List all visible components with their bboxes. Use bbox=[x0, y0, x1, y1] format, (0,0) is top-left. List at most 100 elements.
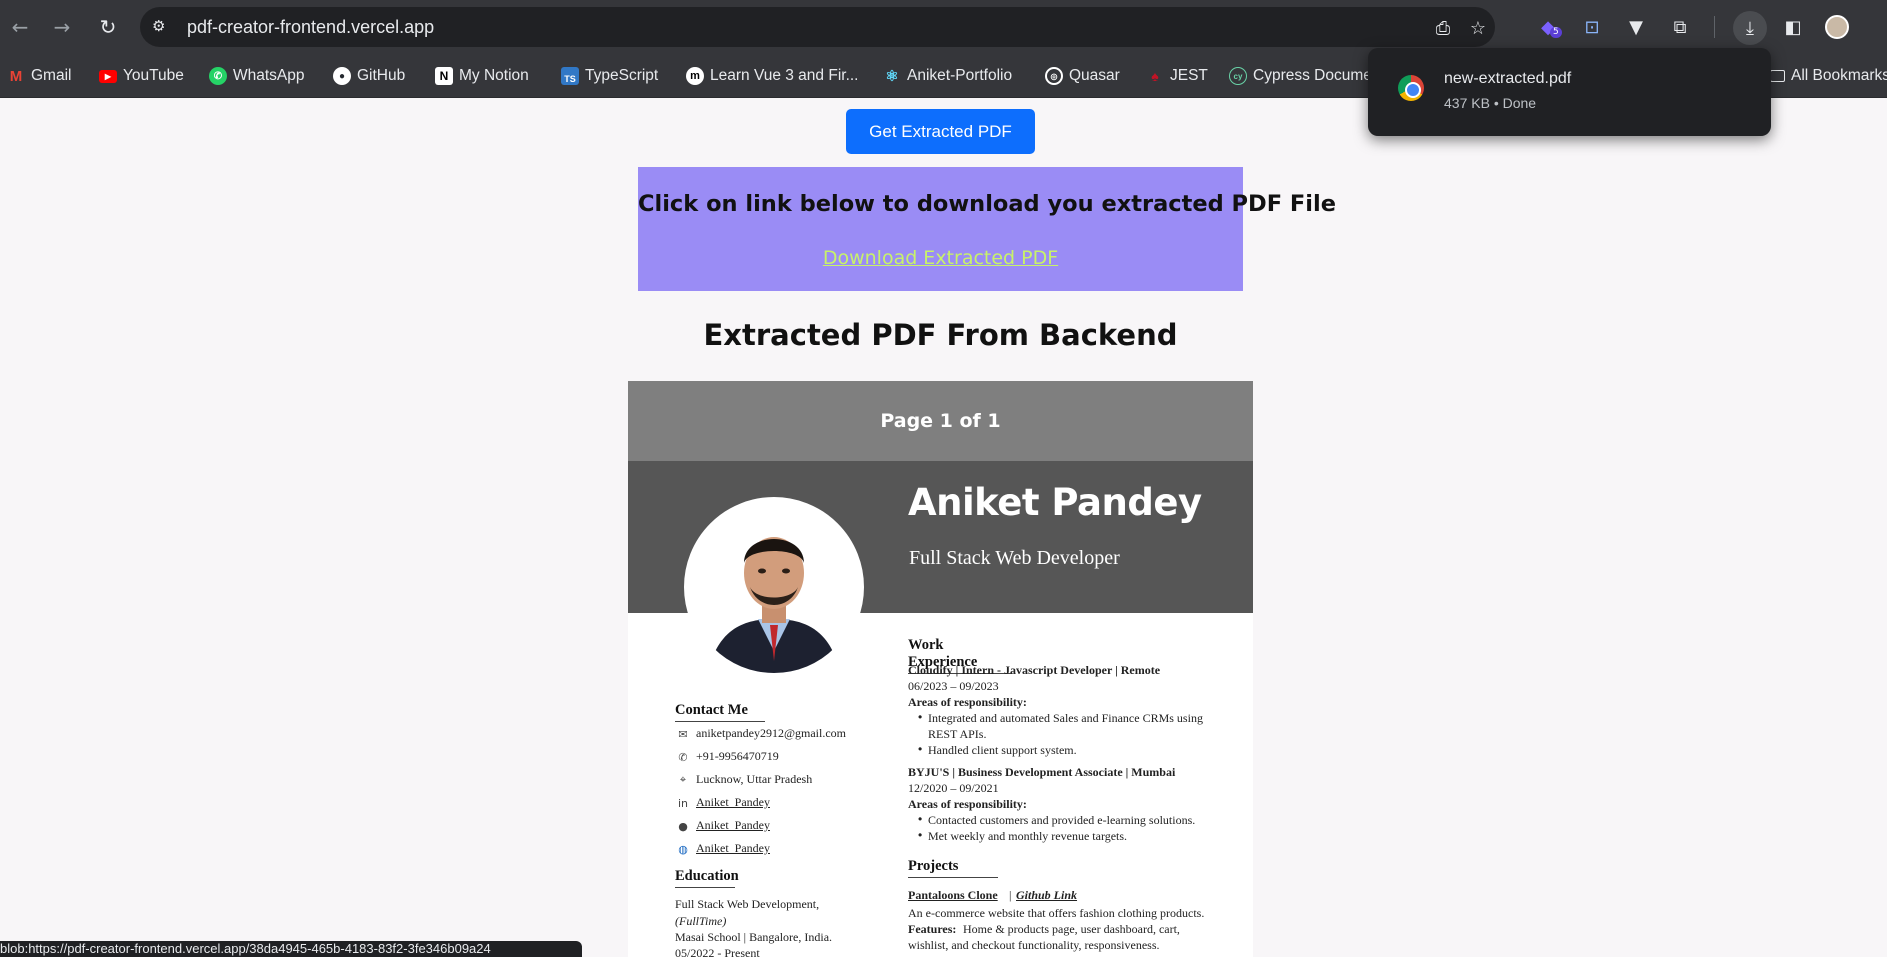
bookmark-portfolio[interactable]: ⚛ Aniket-Portfolio bbox=[883, 63, 1012, 89]
download-heading: Click on link below to download you extr… bbox=[638, 191, 1336, 217]
bookmark-notion[interactable]: N My Notion bbox=[435, 63, 529, 89]
contact-linkedin-link[interactable]: Aniket_Pandey bbox=[696, 795, 770, 810]
mail-icon: ✉ bbox=[678, 727, 688, 741]
bookmark-label: Cypress Docume bbox=[1253, 67, 1372, 84]
project-features-line: Home & products page, user dashboard, ca… bbox=[963, 922, 1180, 936]
contact-location: Lucknow, Uttar Pradesh bbox=[696, 772, 813, 786]
address-bar[interactable]: ⚙ pdf-creator-frontend.vercel.app ⎙ ☆ bbox=[140, 7, 1495, 47]
job-bullet: Integrated and automated Sales and Finan… bbox=[928, 711, 1203, 725]
bookmark-label: Gmail bbox=[31, 67, 72, 84]
phone-icon: ✆ bbox=[678, 750, 688, 764]
bookmark-label: WhatsApp bbox=[233, 67, 305, 84]
contact-phone: +91-9956470719 bbox=[696, 749, 779, 763]
site-info-icon[interactable]: ⚙ bbox=[152, 17, 174, 37]
translate-icon[interactable]: ⊡ bbox=[1578, 13, 1606, 41]
vue-course-icon: m bbox=[686, 67, 704, 85]
notion-icon: N bbox=[435, 67, 453, 85]
bookmark-star-icon[interactable]: ☆ bbox=[1465, 15, 1491, 41]
forward-button[interactable]: → bbox=[47, 12, 77, 42]
contact-portfolio-link[interactable]: Aniket_Pandey bbox=[696, 841, 770, 856]
job-bullet: Contacted customers and provided e-learn… bbox=[928, 813, 1196, 827]
profile-avatar-icon[interactable] bbox=[1823, 13, 1851, 41]
job-bullet: Met weekly and monthly revenue targets. bbox=[928, 829, 1128, 843]
status-bar-url: blob:https://pdf-creator-frontend.vercel… bbox=[0, 941, 582, 957]
download-extracted-pdf-link[interactable]: Download Extracted PDF bbox=[638, 247, 1243, 269]
project-name-link[interactable]: Pantaloons Clone bbox=[908, 888, 998, 903]
cypress-icon: cy bbox=[1229, 67, 1247, 85]
bookmark-whatsapp[interactable]: ✆ WhatsApp bbox=[209, 63, 305, 89]
bookmark-quasar[interactable]: ◎ Quasar bbox=[1045, 63, 1120, 89]
job-title: BYJU'S | Business Development Associate … bbox=[908, 765, 1176, 779]
bookmark-label: Aniket-Portfolio bbox=[907, 67, 1013, 84]
contact-github-link[interactable]: Aniket_Pandey bbox=[696, 818, 770, 833]
project-github-link[interactable]: Github Link bbox=[1016, 888, 1077, 903]
project-separator: | bbox=[1009, 888, 1012, 902]
github-icon: ● bbox=[678, 819, 688, 833]
linkedin-icon: in bbox=[677, 796, 689, 810]
bookmark-label: TypeScript bbox=[585, 67, 659, 84]
extensions-puzzle-icon[interactable]: ⧉ bbox=[1666, 13, 1694, 41]
toolbar-divider bbox=[1714, 16, 1715, 38]
profile-photo-illustration bbox=[688, 501, 860, 673]
bookmark-vue-course[interactable]: m Learn Vue 3 and Fir... bbox=[686, 63, 859, 89]
education-school: Masai School | Bangalore, India. bbox=[675, 930, 833, 944]
youtube-icon: ▶ bbox=[99, 69, 117, 83]
bookmark-label: My Notion bbox=[459, 67, 529, 84]
bookmark-label: Quasar bbox=[1069, 67, 1120, 84]
address-bar-url[interactable]: pdf-creator-frontend.vercel.app bbox=[187, 17, 434, 38]
bookmark-cypress[interactable]: cy Cypress Docume bbox=[1229, 63, 1372, 89]
jest-icon: ♠ bbox=[1151, 68, 1159, 84]
download-status: 437 KB • Done bbox=[1444, 95, 1537, 111]
education-mode: (FullTime) bbox=[675, 914, 727, 928]
pdf-page-indicator: Page 1 of 1 bbox=[628, 381, 1253, 461]
bullet-icon: • bbox=[918, 828, 923, 842]
bookmark-label: YouTube bbox=[123, 67, 184, 84]
quasar-icon: ◎ bbox=[1045, 67, 1063, 85]
all-bookmarks-button[interactable]: All Bookmarks bbox=[1770, 63, 1887, 89]
job-areas-label: Areas of responsibility: bbox=[908, 695, 1027, 709]
job-dates: 06/2023 – 09/2023 bbox=[908, 679, 999, 693]
bullet-icon: • bbox=[918, 710, 923, 724]
contact-section-title: Contact Me bbox=[675, 702, 765, 722]
download-bubble[interactable]: new-extracted.pdf 437 KB • Done bbox=[1368, 48, 1771, 136]
all-bookmarks-label: All Bookmarks bbox=[1791, 67, 1887, 84]
project-features-label: Features: bbox=[908, 922, 957, 936]
browser-toolbar: ← → ↻ ⚙ pdf-creator-frontend.vercel.app … bbox=[0, 0, 1887, 54]
downloads-icon[interactable]: ⤓ bbox=[1733, 11, 1767, 45]
chrome-icon bbox=[1398, 75, 1424, 101]
job-bullet: Handled client support system. bbox=[928, 743, 1077, 757]
project-description: An e-commerce website that offers fashio… bbox=[908, 906, 1205, 920]
bookmark-jest[interactable]: ♠ JEST bbox=[1146, 63, 1208, 89]
extension-badge: 5 bbox=[1550, 27, 1562, 38]
projects-section-title: Projects bbox=[908, 858, 998, 878]
bookmark-typescript[interactable]: TS TypeScript bbox=[561, 63, 658, 89]
bullet-icon: • bbox=[918, 812, 923, 826]
extension-icon[interactable]: ◆ 5 bbox=[1534, 13, 1562, 41]
get-extracted-pdf-button[interactable]: Get Extracted PDF bbox=[846, 109, 1035, 154]
vuetools-icon[interactable]: ▼ bbox=[1622, 13, 1650, 41]
bookmark-github[interactable]: ● GitHub bbox=[333, 63, 405, 89]
back-button[interactable]: ← bbox=[5, 12, 35, 42]
typescript-icon: TS bbox=[561, 67, 579, 85]
profile-photo bbox=[684, 497, 864, 677]
gmail-icon: M bbox=[9, 67, 23, 85]
reload-button[interactable]: ↻ bbox=[93, 12, 123, 42]
side-panel-icon[interactable]: ◧ bbox=[1779, 13, 1807, 41]
bookmark-label: Learn Vue 3 and Fir... bbox=[710, 67, 859, 84]
github-icon: ● bbox=[333, 67, 351, 85]
bookmark-gmail[interactable]: M Gmail bbox=[7, 63, 72, 89]
bookmark-label: JEST bbox=[1170, 67, 1208, 84]
bookmark-youtube[interactable]: ▶ YouTube bbox=[99, 63, 184, 89]
education-course: Full Stack Web Development, bbox=[675, 897, 820, 911]
whatsapp-icon: ✆ bbox=[209, 67, 227, 85]
install-app-icon[interactable]: ⎙ bbox=[1430, 15, 1456, 41]
download-filename[interactable]: new-extracted.pdf bbox=[1444, 70, 1571, 88]
education-section-title: Education bbox=[675, 868, 739, 888]
location-icon: ⌖ bbox=[679, 773, 687, 786]
bullet-icon: • bbox=[918, 742, 923, 756]
resume-name: Aniket Pandey bbox=[908, 481, 1202, 524]
section-title: Extracted PDF From Backend bbox=[703, 318, 1178, 352]
job-bullet: REST APIs. bbox=[928, 727, 987, 741]
globe-icon: ◍ bbox=[678, 842, 688, 856]
pdf-viewer[interactable]: Page 1 of 1 Aniket Pandey Full Stack Web… bbox=[628, 381, 1253, 957]
